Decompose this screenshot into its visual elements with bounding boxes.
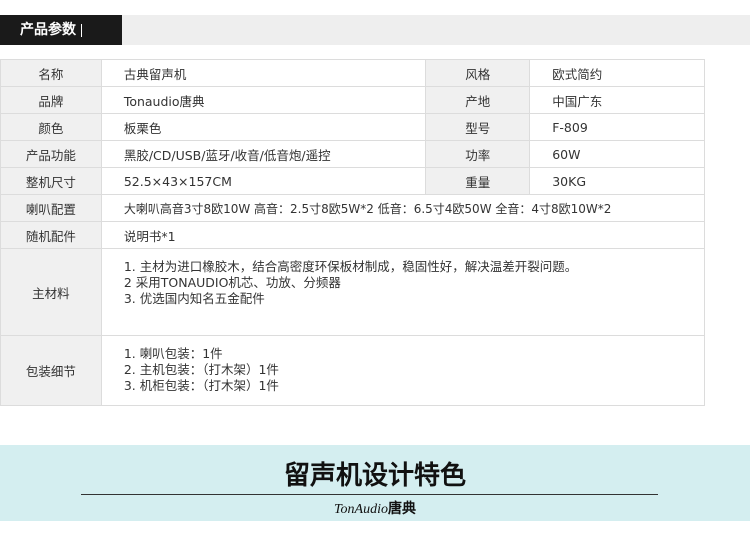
spec-table: 名称 古典留声机 风格 欧式简约 品牌 Tonaudio唐典 产地 中国广东 颜… <box>0 59 706 406</box>
list-item: 1. 主材为进口橡胶木，结合高密度环保板材制成，稳固性好，解决温差开裂问题。 <box>123 259 578 274</box>
list-item: 3. 机柜包装：（打木架）1件 <box>123 378 279 393</box>
list-item: 1. 喇叭包装：1件 <box>123 346 223 361</box>
spec-label: 整机尺寸 <box>0 167 102 195</box>
spec-value: 说明书*1 <box>100 221 706 249</box>
section-tab: 产品参数 <box>0 15 122 45</box>
table-row: 随机配件 说明书*1 <box>0 221 706 249</box>
spec-value: 板栗色 <box>100 113 427 141</box>
banner-title: 留声机设计特色 <box>283 461 466 491</box>
list-item: 2 采用TONAUDIO机芯、功放、分频器 <box>123 275 341 290</box>
spec-label: 产地 <box>425 86 531 114</box>
section-tab-label: 产品参数 <box>20 22 76 38</box>
table-row: 喇叭配置 大喇叭高音3寸8欧10W 高音：2.5寸8欧5W*2 低音：6.5寸4… <box>0 194 706 222</box>
section-header-bar: 产品参数 <box>0 15 750 45</box>
spec-value: 60W <box>529 140 705 168</box>
banner-divider <box>81 494 658 495</box>
spec-value: 欧式简约 <box>529 59 705 87</box>
spec-value-multiline: 1. 喇叭包装：1件 2. 主机包装：（打木架）1件 3. 机柜包装：（打木架）… <box>100 335 706 406</box>
spec-label: 颜色 <box>0 113 102 141</box>
spec-value-multiline: 1. 主材为进口橡胶木，结合高密度环保板材制成，稳固性好，解决温差开裂问题。 2… <box>100 248 706 336</box>
list-item: 2. 主机包装：（打木架）1件 <box>123 362 279 377</box>
feature-banner: 留声机设计特色 TonAudio唐典 <box>0 445 750 521</box>
spec-label: 喇叭配置 <box>0 194 102 222</box>
spec-label: 品牌 <box>0 86 102 114</box>
table-row: 整机尺寸 52.5×43×157CM 重量 30KG <box>0 167 705 195</box>
spec-label: 型号 <box>425 113 531 141</box>
spec-label: 重量 <box>425 167 531 195</box>
spec-label: 主材料 <box>0 248 102 336</box>
spec-label: 风格 <box>425 59 531 87</box>
table-row: 品牌 Tonaudio唐典 产地 中国广东 <box>0 86 705 114</box>
spec-label: 名称 <box>0 59 102 87</box>
list-item: 3. 优选国内知名五金配件 <box>123 291 265 306</box>
spec-label: 功率 <box>425 140 531 168</box>
table-row: 名称 古典留声机 风格 欧式简约 <box>0 59 705 87</box>
spec-value: F-809 <box>529 113 705 141</box>
banner-brand: TonAudio唐典 <box>0 498 750 518</box>
brand-latin: TonAudio <box>334 502 388 517</box>
spec-label: 包装细节 <box>0 335 102 406</box>
table-row: 主材料 1. 主材为进口橡胶木，结合高密度环保板材制成，稳固性好，解决温差开裂问… <box>0 248 706 336</box>
spec-value: 52.5×43×157CM <box>100 167 427 195</box>
spec-label: 随机配件 <box>0 221 102 249</box>
spec-value: 古典留声机 <box>100 59 427 87</box>
table-row: 颜色 板栗色 型号 F-809 <box>0 113 705 141</box>
spec-value: 中国广东 <box>529 86 705 114</box>
table-row: 产品功能 黑胶/CD/USB/蓝牙/收音/低音炮/遥控 功率 60W <box>0 140 705 168</box>
spec-value: Tonaudio唐典 <box>100 86 427 114</box>
tab-separator <box>81 23 82 37</box>
brand-cjk: 唐典 <box>387 502 416 517</box>
spec-label: 产品功能 <box>0 140 102 168</box>
spec-value: 黑胶/CD/USB/蓝牙/收音/低音炮/遥控 <box>100 140 427 168</box>
table-row: 包装细节 1. 喇叭包装：1件 2. 主机包装：（打木架）1件 3. 机柜包装：… <box>0 335 706 406</box>
spec-value: 大喇叭高音3寸8欧10W 高音：2.5寸8欧5W*2 低音：6.5寸4欧50W … <box>100 194 706 222</box>
spec-value: 30KG <box>529 167 705 195</box>
